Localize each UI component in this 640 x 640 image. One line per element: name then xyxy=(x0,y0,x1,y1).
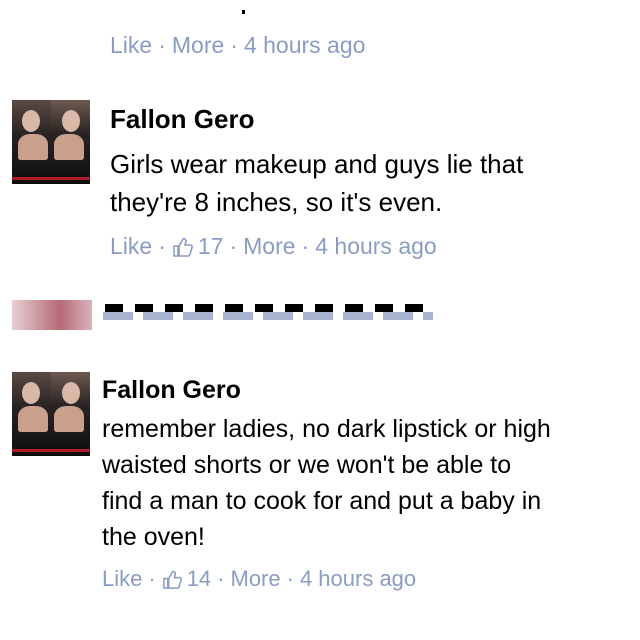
comment-text-line: waisted shorts or we won't be able to xyxy=(102,451,512,479)
comment-meta: Like · 14 · More · 4 hours ago xyxy=(102,566,416,592)
comment-text: Girls wear makeup and guys lie that they… xyxy=(110,145,523,221)
comment-author[interactable]: Fallon Gero xyxy=(102,376,241,405)
timestamp[interactable]: 4 hours ago xyxy=(315,233,436,260)
like-link[interactable]: Like xyxy=(110,233,152,260)
comment-text-line: they're 8 inches, so it's even. xyxy=(110,187,443,217)
obscured-text xyxy=(105,304,435,312)
comment-text-line: remember ladies, no dark lipstick or hig… xyxy=(102,415,551,443)
like-link[interactable]: Like xyxy=(102,566,142,592)
like-count-value: 17 xyxy=(197,233,224,259)
timestamp[interactable]: 4 hours ago xyxy=(244,32,365,59)
comment-text-line: Girls wear makeup and guys lie that xyxy=(110,149,524,179)
separator: · xyxy=(158,32,166,58)
like-link[interactable]: Like xyxy=(110,32,152,59)
like-count[interactable]: 14 xyxy=(162,566,211,592)
comment-text-line: find a man to cook for and put a baby in xyxy=(102,487,542,515)
avatar xyxy=(12,300,92,330)
separator: · xyxy=(158,233,166,259)
separator: · xyxy=(217,566,225,591)
comment-author[interactable]: Fallon Gero xyxy=(110,104,254,135)
more-link[interactable]: More xyxy=(231,566,281,592)
top-comment-meta-row: Like · More · 4 hours ago xyxy=(0,0,640,90)
like-count-value: 14 xyxy=(186,566,212,591)
like-count[interactable]: 17 xyxy=(172,233,224,260)
text-fragment xyxy=(242,10,245,14)
separator: · xyxy=(148,566,156,591)
obscured-meta xyxy=(103,312,433,320)
comment-text-line: the oven! xyxy=(102,523,205,551)
avatar[interactable] xyxy=(12,372,90,456)
thumbs-up-icon xyxy=(162,570,182,589)
comment-text: remember ladies, no dark lipstick or hig… xyxy=(102,411,551,555)
more-link[interactable]: More xyxy=(172,32,224,59)
thumbs-up-icon xyxy=(173,237,193,257)
comment-meta: Like · 17 · More · 4 hours ago xyxy=(110,233,437,260)
comment-meta: Like · More · 4 hours ago xyxy=(110,32,365,59)
separator: · xyxy=(229,233,238,259)
separator: · xyxy=(230,32,238,58)
separator: · xyxy=(301,233,310,259)
timestamp[interactable]: 4 hours ago xyxy=(300,566,416,592)
obscured-comment xyxy=(0,290,640,330)
more-link[interactable]: More xyxy=(243,233,295,260)
avatar[interactable] xyxy=(12,100,90,184)
separator: · xyxy=(286,566,294,591)
